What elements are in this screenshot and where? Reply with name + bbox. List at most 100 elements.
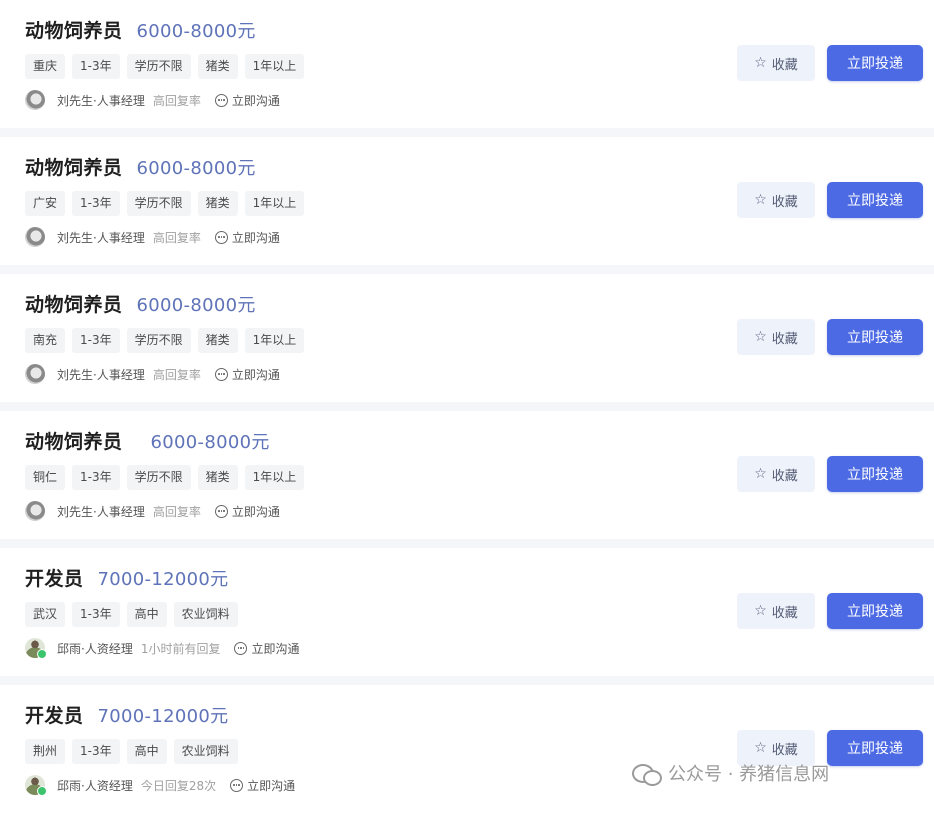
tag-location: 南充 — [25, 328, 66, 353]
favorite-label: 收藏 — [771, 194, 798, 210]
job-title[interactable]: 开发员 — [25, 701, 84, 728]
favorite-button[interactable]: ☆ 收藏 — [737, 593, 815, 629]
recruiter-name: 刘先生·人事经理 — [57, 230, 145, 245]
watermark-text: 公众号 · 养猪信息网 — [668, 764, 830, 785]
watermark: 公众号 · 养猪信息网 — [632, 760, 829, 786]
tag-extra: 1年以上 — [244, 465, 305, 490]
star-icon: ☆ — [754, 192, 767, 208]
favorite-button[interactable]: ☆ 收藏 — [737, 456, 815, 492]
apply-button[interactable]: 立即投递 — [827, 45, 923, 81]
star-icon: ☆ — [754, 740, 767, 756]
tag-education: 学历不限 — [126, 54, 191, 79]
favorite-label: 收藏 — [771, 605, 798, 621]
recruiter-row: 邱雨·人资经理 今日回复28次 立即沟通 — [25, 775, 295, 796]
recruiter-reply-rate: 今日回复28次 — [140, 778, 217, 793]
recruiter-reply-rate: 高回复率 — [152, 230, 201, 245]
favorite-label: 收藏 — [771, 57, 798, 73]
recruiter-name: 刘先生·人事经理 — [57, 93, 145, 108]
chat-link[interactable]: 立即沟通 — [214, 229, 280, 246]
job-salary: 6000-8000元 — [136, 21, 256, 42]
tag-location: 广安 — [25, 191, 66, 216]
online-status-dot — [37, 786, 47, 796]
recruiter-name: 刘先生·人事经理 — [57, 504, 145, 519]
tag-experience: 1-3年 — [72, 328, 120, 353]
tag-experience: 1-3年 — [72, 191, 120, 216]
favorite-button[interactable]: ☆ 收藏 — [737, 182, 815, 218]
star-icon: ☆ — [754, 466, 767, 482]
job-salary: 7000-12000元 — [97, 706, 229, 727]
job-tags: 南充 1-3年 学历不限 猪类 1年以上 — [25, 328, 305, 353]
avatar — [25, 90, 45, 110]
avatar — [25, 364, 45, 384]
tag-education: 学历不限 — [126, 328, 191, 353]
recruiter-name: 邱雨·人资经理 — [57, 778, 133, 793]
job-title[interactable]: 动物饲养员 — [25, 16, 123, 43]
chat-label: 立即沟通 — [231, 504, 280, 519]
tag-category: 农业饲料 — [173, 602, 238, 627]
tag-category: 猪类 — [197, 191, 238, 216]
chat-link[interactable]: 立即沟通 — [214, 366, 280, 383]
job-card[interactable]: 动物饲养员 6000-8000元 广安 1-3年 学历不限 猪类 1年以上 刘先… — [0, 137, 934, 265]
job-card[interactable]: 开发员 7000-12000元 武汉 1-3年 高中 农业饲料 邱雨·人资经理 … — [0, 548, 934, 676]
apply-button[interactable]: 立即投递 — [827, 319, 923, 355]
apply-button[interactable]: 立即投递 — [827, 456, 923, 492]
job-salary: 7000-12000元 — [97, 569, 229, 590]
recruiter-reply-rate: 1小时前有回复 — [140, 641, 221, 656]
recruiter-reply-rate: 高回复率 — [152, 504, 201, 519]
star-icon: ☆ — [754, 329, 767, 345]
job-tags: 重庆 1-3年 学历不限 猪类 1年以上 — [25, 54, 305, 79]
recruiter-reply-rate: 高回复率 — [152, 93, 201, 108]
tag-category: 猪类 — [197, 328, 238, 353]
chat-link[interactable]: 立即沟通 — [230, 777, 295, 794]
job-card[interactable]: 动物饲养员 6000-8000元 重庆 1-3年 学历不限 猪类 1年以上 刘先… — [0, 0, 934, 128]
job-title[interactable]: 动物饲养员 — [25, 290, 123, 317]
recruiter-row: 刘先生·人事经理 高回复率 立即沟通 — [25, 501, 280, 521]
tag-education: 高中 — [126, 739, 167, 764]
avatar — [25, 775, 47, 796]
tag-education: 学历不限 — [126, 191, 191, 216]
tag-education: 高中 — [126, 602, 167, 627]
tag-education: 学历不限 — [126, 465, 191, 490]
job-salary: 6000-8000元 — [136, 295, 256, 316]
recruiter-row: 刘先生·人事经理 高回复率 立即沟通 — [25, 364, 280, 384]
tag-category: 猪类 — [197, 465, 238, 490]
tag-experience: 1-3年 — [72, 54, 120, 79]
chat-bubble-icon — [214, 93, 228, 107]
job-card[interactable]: 动物饲养员 6000-8000元 铜仁 1-3年 学历不限 猪类 1年以上 刘先… — [0, 411, 934, 539]
tag-category: 农业饲料 — [173, 739, 238, 764]
tag-location: 荆州 — [25, 739, 66, 764]
chat-label: 立即沟通 — [251, 641, 300, 656]
chat-bubble-icon — [234, 641, 248, 655]
favorite-button[interactable]: ☆ 收藏 — [737, 319, 815, 355]
apply-button[interactable]: 立即投递 — [827, 182, 923, 218]
favorite-button[interactable]: ☆ 收藏 — [737, 45, 815, 81]
job-card[interactable]: 开发员 7000-12000元 荆州 1-3年 高中 农业饲料 邱雨·人资经理 … — [0, 685, 934, 814]
chat-link[interactable]: 立即沟通 — [234, 640, 299, 657]
job-title-row: 动物饲养员 6000-8000元 — [25, 427, 270, 454]
job-title[interactable]: 动物饲养员 — [25, 427, 123, 454]
chat-bubble-icon — [230, 778, 244, 792]
chat-label: 立即沟通 — [231, 367, 280, 382]
job-title[interactable]: 动物饲养员 — [25, 153, 123, 180]
tag-extra: 1年以上 — [244, 191, 305, 216]
job-tags: 武汉 1-3年 高中 农业饲料 — [25, 602, 238, 627]
recruiter-name: 刘先生·人事经理 — [57, 367, 145, 382]
job-tags: 荆州 1-3年 高中 农业饲料 — [25, 739, 238, 764]
chat-link[interactable]: 立即沟通 — [214, 503, 280, 520]
tag-experience: 1-3年 — [72, 602, 120, 627]
chat-bubble-icon — [214, 504, 228, 518]
job-salary: 6000-8000元 — [150, 432, 270, 453]
favorite-label: 收藏 — [771, 742, 798, 758]
star-icon: ☆ — [754, 603, 767, 619]
chat-link[interactable]: 立即沟通 — [214, 92, 280, 109]
tag-extra: 1年以上 — [244, 54, 305, 79]
chat-bubble-icon — [214, 367, 228, 381]
job-title[interactable]: 开发员 — [25, 564, 84, 591]
recruiter-reply-rate: 高回复率 — [152, 367, 201, 382]
tag-location: 铜仁 — [25, 465, 66, 490]
apply-button[interactable]: 立即投递 — [827, 730, 923, 766]
apply-button[interactable]: 立即投递 — [827, 593, 923, 629]
wechat-icon — [632, 762, 662, 786]
job-card[interactable]: 动物饲养员 6000-8000元 南充 1-3年 学历不限 猪类 1年以上 刘先… — [0, 274, 934, 402]
job-tags: 广安 1-3年 学历不限 猪类 1年以上 — [25, 191, 305, 216]
